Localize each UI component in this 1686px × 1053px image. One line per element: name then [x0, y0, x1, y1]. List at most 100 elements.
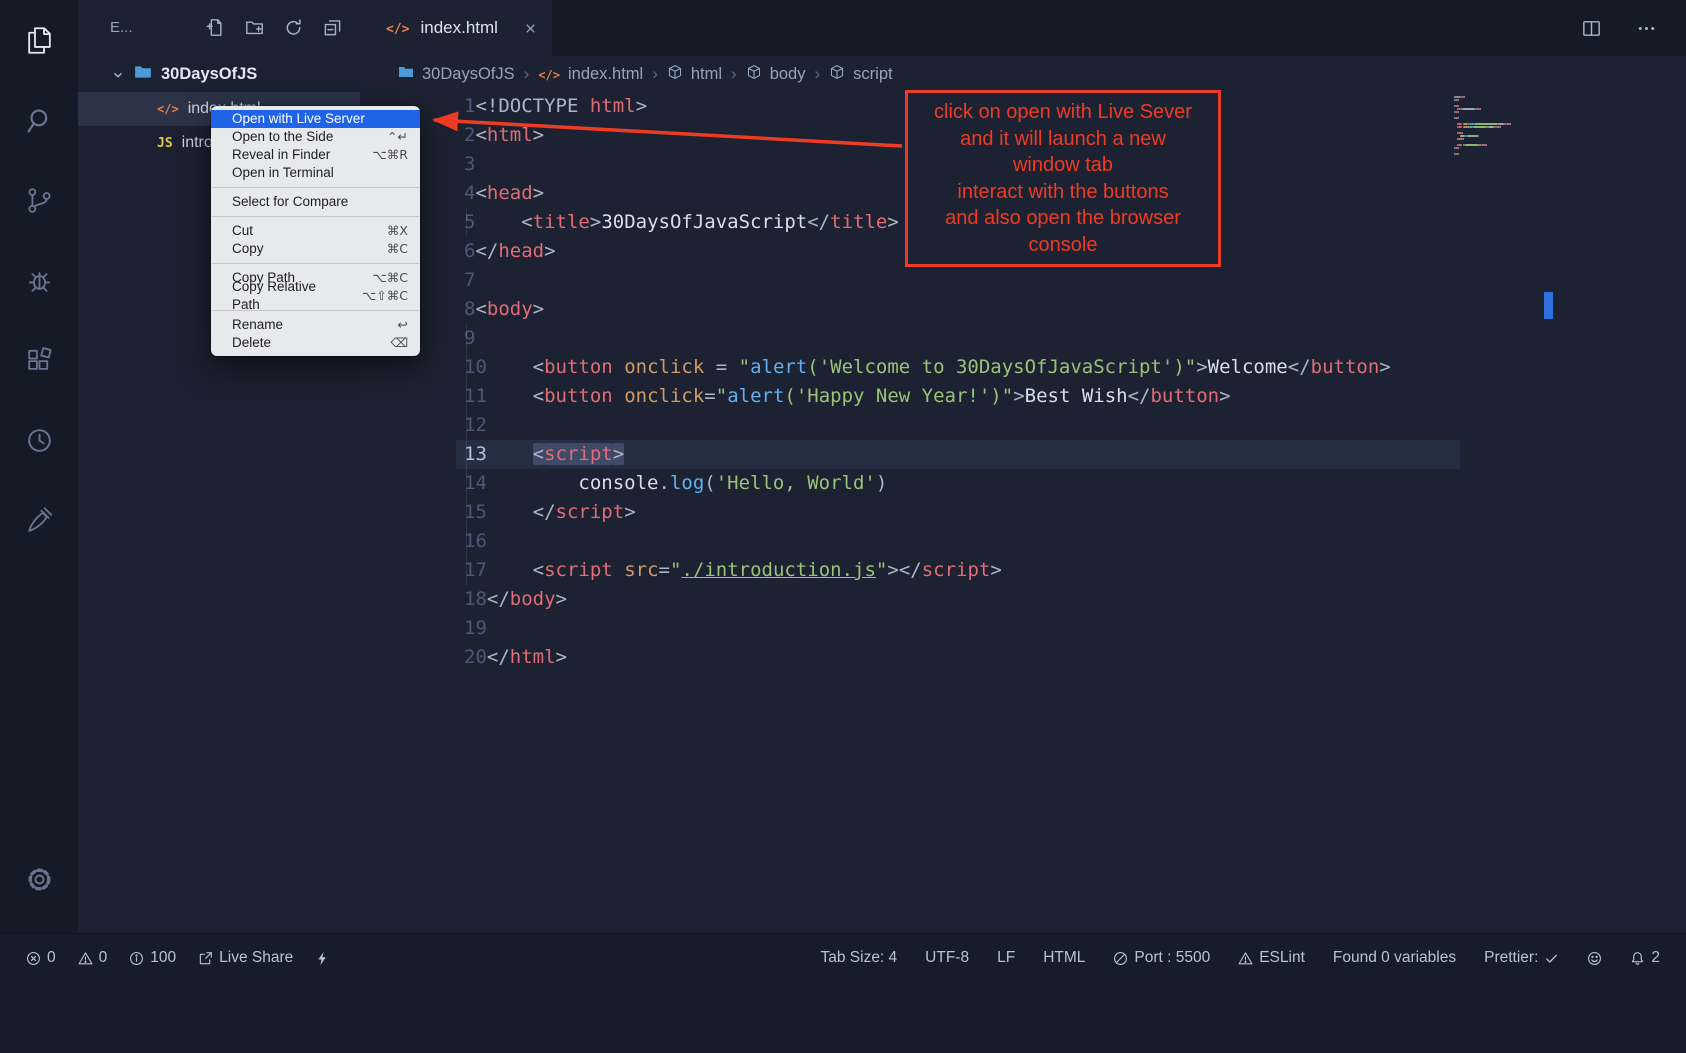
breadcrumb-label: body [770, 65, 806, 84]
code-line-15[interactable]: 15 </script> [360, 498, 1686, 527]
status-item-port-5500[interactable]: Port : 5500 [1113, 949, 1210, 967]
menu-item-open-with-live-server[interactable]: Open with Live Server [211, 110, 420, 128]
code-line-12[interactable]: 12 [360, 411, 1686, 440]
menu-separator [212, 216, 419, 217]
line-number[interactable]: 17 [464, 559, 487, 581]
line-number[interactable]: 10 [464, 356, 487, 378]
line-number[interactable]: 13 [464, 443, 487, 465]
close-icon[interactable] [523, 21, 538, 36]
breadcrumb-item-index-html[interactable]: </>index.html [538, 65, 643, 84]
remote-explorer-icon[interactable] [0, 400, 78, 480]
status-item-html[interactable]: HTML [1043, 949, 1085, 967]
new-folder-icon[interactable] [245, 18, 264, 37]
line-number[interactable]: 11 [464, 385, 487, 407]
status-item-2[interactable]: 2 [1630, 949, 1660, 967]
collapse-all-icon[interactable] [323, 18, 342, 37]
status-item-eslint[interactable]: ESLint [1238, 949, 1305, 967]
breadcrumb-separator: › [524, 64, 530, 84]
code-line-9[interactable]: 9 [360, 324, 1686, 353]
code-line-10[interactable]: 10 <button onclick = "alert('Welcome to … [360, 353, 1686, 382]
code-line-17[interactable]: 17 <script src="./introduction.js"></scr… [360, 556, 1686, 585]
code-line-20[interactable]: 20</html> [360, 643, 1686, 672]
annotation-line: interact with the buttons [912, 179, 1214, 206]
menu-item-copy[interactable]: Copy⌘C [211, 240, 420, 258]
breadcrumb-item-30daysofjs[interactable]: 30DaysOfJS [398, 64, 515, 85]
code-line-8[interactable]: 8<body> [360, 295, 1686, 324]
new-file-icon[interactable] [206, 18, 225, 37]
line-number[interactable]: 8 [464, 298, 475, 320]
explorer-icon[interactable] [0, 0, 78, 80]
refresh-icon[interactable] [284, 18, 303, 37]
line-number[interactable]: 12 [464, 414, 487, 436]
code-line-11[interactable]: 11 <button onclick="alert('Happy New Yea… [360, 382, 1686, 411]
status-item-prettier[interactable]: Prettier: [1484, 949, 1559, 967]
menu-item-cut[interactable]: Cut⌘X [211, 222, 420, 240]
status-label: Tab Size: 4 [820, 949, 897, 967]
line-number[interactable]: 3 [464, 153, 475, 175]
menu-item-shortcut: ⌃↵ [369, 128, 408, 146]
code-line-7[interactable]: 7 [360, 266, 1686, 295]
line-number[interactable]: 20 [464, 646, 487, 668]
line-number[interactable]: 1 [464, 95, 475, 117]
code-line-14[interactable]: 14 console.log('Hello, World') [360, 469, 1686, 498]
breadcrumb-item-script[interactable]: script [829, 64, 892, 85]
line-number[interactable]: 18 [464, 588, 487, 610]
status-item-0[interactable]: 0 [26, 949, 56, 967]
line-number[interactable]: 2 [464, 124, 475, 146]
menu-item-copy-relative-path[interactable]: Copy Relative Path⌥⇧⌘C [211, 287, 420, 305]
activity-bar [0, 0, 78, 933]
line-number[interactable]: 16 [464, 530, 487, 552]
breadcrumb-item-html[interactable]: html [667, 64, 722, 85]
source-control-icon[interactable] [0, 160, 78, 240]
symbol-cube-icon [667, 64, 683, 85]
overview-ruler-mark [1544, 292, 1553, 319]
bell-icon [1630, 951, 1645, 966]
menu-item-delete[interactable]: Delete⌫ [211, 334, 420, 352]
status-item-lightning-icon[interactable] [315, 951, 330, 966]
status-item-utf-8[interactable]: UTF-8 [925, 949, 969, 967]
code-line-16[interactable]: 16 [360, 527, 1686, 556]
status-item-found-0-variables[interactable]: Found 0 variables [1333, 949, 1456, 967]
split-editor-icon[interactable] [1580, 17, 1603, 40]
vscode-window: E... 30DaysOfJS </>index.htmlJSintroduct… [0, 0, 1686, 1053]
breadcrumb-item-body[interactable]: body [746, 64, 806, 85]
menu-item-rename[interactable]: Rename↩ [211, 316, 420, 334]
code-line-19[interactable]: 19 [360, 614, 1686, 643]
line-number[interactable]: 4 [464, 182, 475, 204]
line-number[interactable]: 6 [464, 240, 475, 262]
annotation-line: click on open with Live Sever [912, 99, 1214, 126]
html-file-icon: </> [157, 100, 179, 118]
menu-item-label: Copy [232, 240, 264, 258]
menu-item-select-for-compare[interactable]: Select for Compare [211, 193, 420, 211]
line-number[interactable]: 15 [464, 501, 487, 523]
status-item-lf[interactable]: LF [997, 949, 1015, 967]
line-number[interactable]: 14 [464, 472, 487, 494]
code-line-13[interactable]: 13 <script> [360, 440, 1686, 469]
status-label: Port : 5500 [1134, 949, 1210, 967]
feedback-icon[interactable] [0, 480, 78, 560]
line-number[interactable]: 19 [464, 617, 487, 639]
more-actions-icon[interactable] [1635, 17, 1658, 40]
folder-row-30daysofjs[interactable]: 30DaysOfJS [78, 58, 360, 91]
line-number[interactable]: 7 [464, 269, 475, 291]
menu-item-reveal-in-finder[interactable]: Reveal in Finder⌥⌘R [211, 146, 420, 164]
code-line-18[interactable]: 18</body> [360, 585, 1686, 614]
debug-icon[interactable] [0, 240, 78, 320]
status-item-tab-size-4[interactable]: Tab Size: 4 [820, 949, 897, 967]
status-item-smiley-icon[interactable] [1587, 951, 1602, 966]
status-item-100[interactable]: 100 [129, 949, 176, 967]
minimap[interactable] [1454, 96, 1546, 156]
menu-item-shortcut: ⌥⌘R [354, 146, 408, 164]
search-icon[interactable] [0, 80, 78, 160]
extensions-icon[interactable] [0, 320, 78, 400]
status-label: Found 0 variables [1333, 949, 1456, 967]
status-item-0[interactable]: 0 [78, 949, 108, 967]
status-item-live-share[interactable]: Live Share [198, 949, 293, 967]
menu-item-open-in-terminal[interactable]: Open in Terminal [211, 164, 420, 182]
folder-label: 30DaysOfJS [161, 65, 257, 84]
menu-item-label: Open in Terminal [232, 164, 334, 182]
tab-index-html[interactable]: </> index.html [360, 0, 552, 56]
settings-gear-icon[interactable] [0, 839, 78, 919]
context-menu: Open with Live ServerOpen to the Side⌃↵R… [211, 106, 420, 356]
menu-item-open-to-the-side[interactable]: Open to the Side⌃↵ [211, 128, 420, 146]
